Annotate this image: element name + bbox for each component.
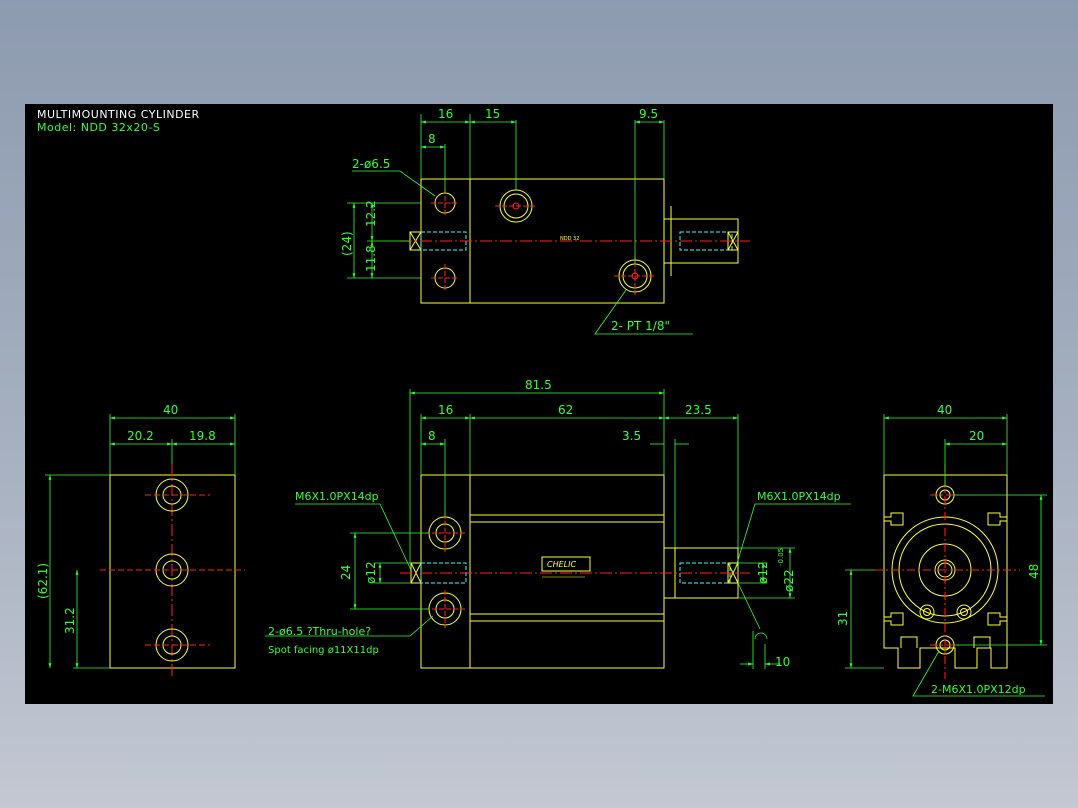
drawing-viewport[interactable]: MULTIMOUNTING CYLINDER Model: NDD 32x20-… [25, 104, 1053, 704]
front-dim-62: 62 [558, 403, 573, 417]
right-dim-31: 31 [836, 611, 850, 626]
top-dim-15: 15 [485, 107, 500, 121]
front-thread-left: M6X1.0PX14dp [295, 490, 379, 503]
front-holes-label: 2-ø6.5 ?Thru-hole? [268, 625, 371, 638]
front-dim-81-5: 81.5 [525, 378, 552, 392]
top-dim-9-5: 9.5 [639, 107, 658, 121]
left-dim-20-2: 20.2 [127, 429, 154, 443]
top-dim-11-8: 11.8 [364, 245, 378, 272]
front-dim-tolerance: -0.05 [777, 548, 785, 566]
front-dim-23-5: 23.5 [685, 403, 712, 417]
top-dim-8: 8 [428, 132, 436, 146]
top-dim-16: 16 [438, 107, 453, 121]
top-dim-24: (24) [340, 231, 354, 256]
left-dim-62-1: (62.1) [36, 563, 50, 599]
top-dim-12-2: 12.2 [364, 200, 378, 227]
front-dim-phi12-left: ø12 [364, 561, 378, 584]
left-dim-40: 40 [163, 403, 178, 417]
front-dim-3-5: 3.5 [622, 429, 641, 443]
top-port-label: 2- PT 1/8" [611, 319, 670, 333]
right-dim-40: 40 [937, 403, 952, 417]
front-thread-right: M6X1.0PX14dp [757, 490, 841, 503]
front-dim-phi12-right: ø12 [756, 561, 770, 584]
front-view-logo: CHELIC [547, 560, 576, 569]
left-dim-31-2: 31.2 [63, 607, 77, 634]
right-view: 40 20 48 31 2-M6X1.0PX12dp [836, 403, 1047, 697]
cad-drawing: NDD 32 16 15 9.5 8 2-ø6.5 12.2 11.8 (24)… [36, 107, 1047, 697]
top-holes-label: 2-ø6.5 [352, 157, 390, 171]
front-view-mount-block [420, 474, 471, 669]
front-view: CHELIC 81.5 16 62 23.5 8 3.5 M6X1.0PX14d… [265, 378, 851, 669]
front-dim-16: 16 [438, 403, 453, 417]
left-dim-19-8: 19.8 [189, 429, 216, 443]
front-dim-8: 8 [428, 429, 436, 443]
right-dim-48: 48 [1027, 564, 1041, 579]
front-dim-24: 24 [339, 565, 353, 580]
front-dim-phi22: ø22 [782, 569, 796, 592]
right-dim-20: 20 [969, 429, 984, 443]
front-spot-facing: Spot facing ø11X11dp [268, 645, 379, 656]
front-dim-10: 10 [775, 655, 790, 669]
top-view-body-mark: NDD 32 [560, 236, 579, 242]
top-view: NDD 32 16 15 9.5 8 2-ø6.5 12.2 11.8 (24)… [340, 107, 750, 335]
left-view: 40 20.2 19.8 (62.1) 31.2 [36, 403, 245, 679]
right-thread-label: 2-M6X1.0PX12dp [931, 683, 1026, 696]
